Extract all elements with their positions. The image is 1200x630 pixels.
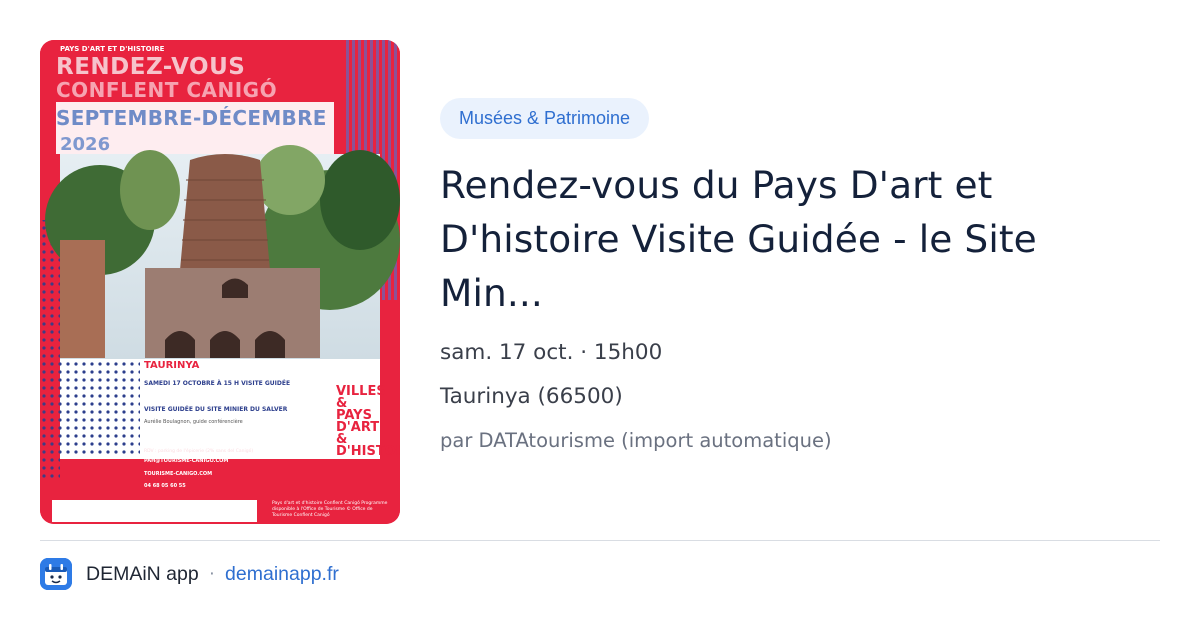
footer-divider [40,540,1160,541]
category-tag[interactable]: Musées & Patrimoine [440,98,650,139]
event-datetime: sam. 17 oct. · 15h00 [440,340,663,365]
poster-detail-phone: 04 68 05 60 55 [144,483,186,489]
poster-title-line1: RENDEZ-VOUS [56,54,246,80]
separator-dot: · [208,563,216,584]
poster-detail-rdv: RDV : parking de l'épicerie (2% sans del… [144,449,254,454]
poster-detail-email: PAH@TOURISME-CANIGO.COM [144,458,229,464]
event-title[interactable]: Rendez-vous du Pays D'art et D'histoire … [440,158,1140,320]
event-location: Taurinya (66500) [440,384,623,409]
poster-detail-website: TOURISME-CANIGO.COM [144,471,213,477]
poster-footer: Pays d'art et d'histoire Conflent Canigó… [272,501,388,518]
poster-detail-guide: Aurélie Boulagnon, guide conférencière [144,419,243,425]
event-source: par DATAtourisme (import automatique) [440,429,832,452]
event-poster-image[interactable]: PAYS D'ART ET D'HISTOIRE RENDEZ-VOUS CON… [40,40,400,524]
app-name: DEMAiN app [86,562,199,585]
app-domain-link[interactable]: demainapp.fr [225,563,339,586]
poster-detail-visit: VISITE GUIDÉE DU SITE MINIER DU SALVER [144,406,288,413]
demain-app-icon [40,558,72,590]
poster-place: TAURINYA [144,360,200,371]
poster-header: PAYS D'ART ET D'HISTOIRE [60,45,165,53]
poster-side-label: VILLES & PAYS D'ART & D'HISTOIRE [336,384,400,459]
poster-title-line2: CONFLENT CANIGÓ [56,78,278,102]
poster-title-line4: 2026 [60,134,111,155]
app-footer: DEMAiN app · demainapp.fr [40,557,339,591]
poster-detail-date: SAMEDI 17 OCTOBRE À 15 H VISITE GUIDÉE [144,380,291,387]
poster-title-line3: SEPTEMBRE-DÉCEMBRE [56,106,327,130]
